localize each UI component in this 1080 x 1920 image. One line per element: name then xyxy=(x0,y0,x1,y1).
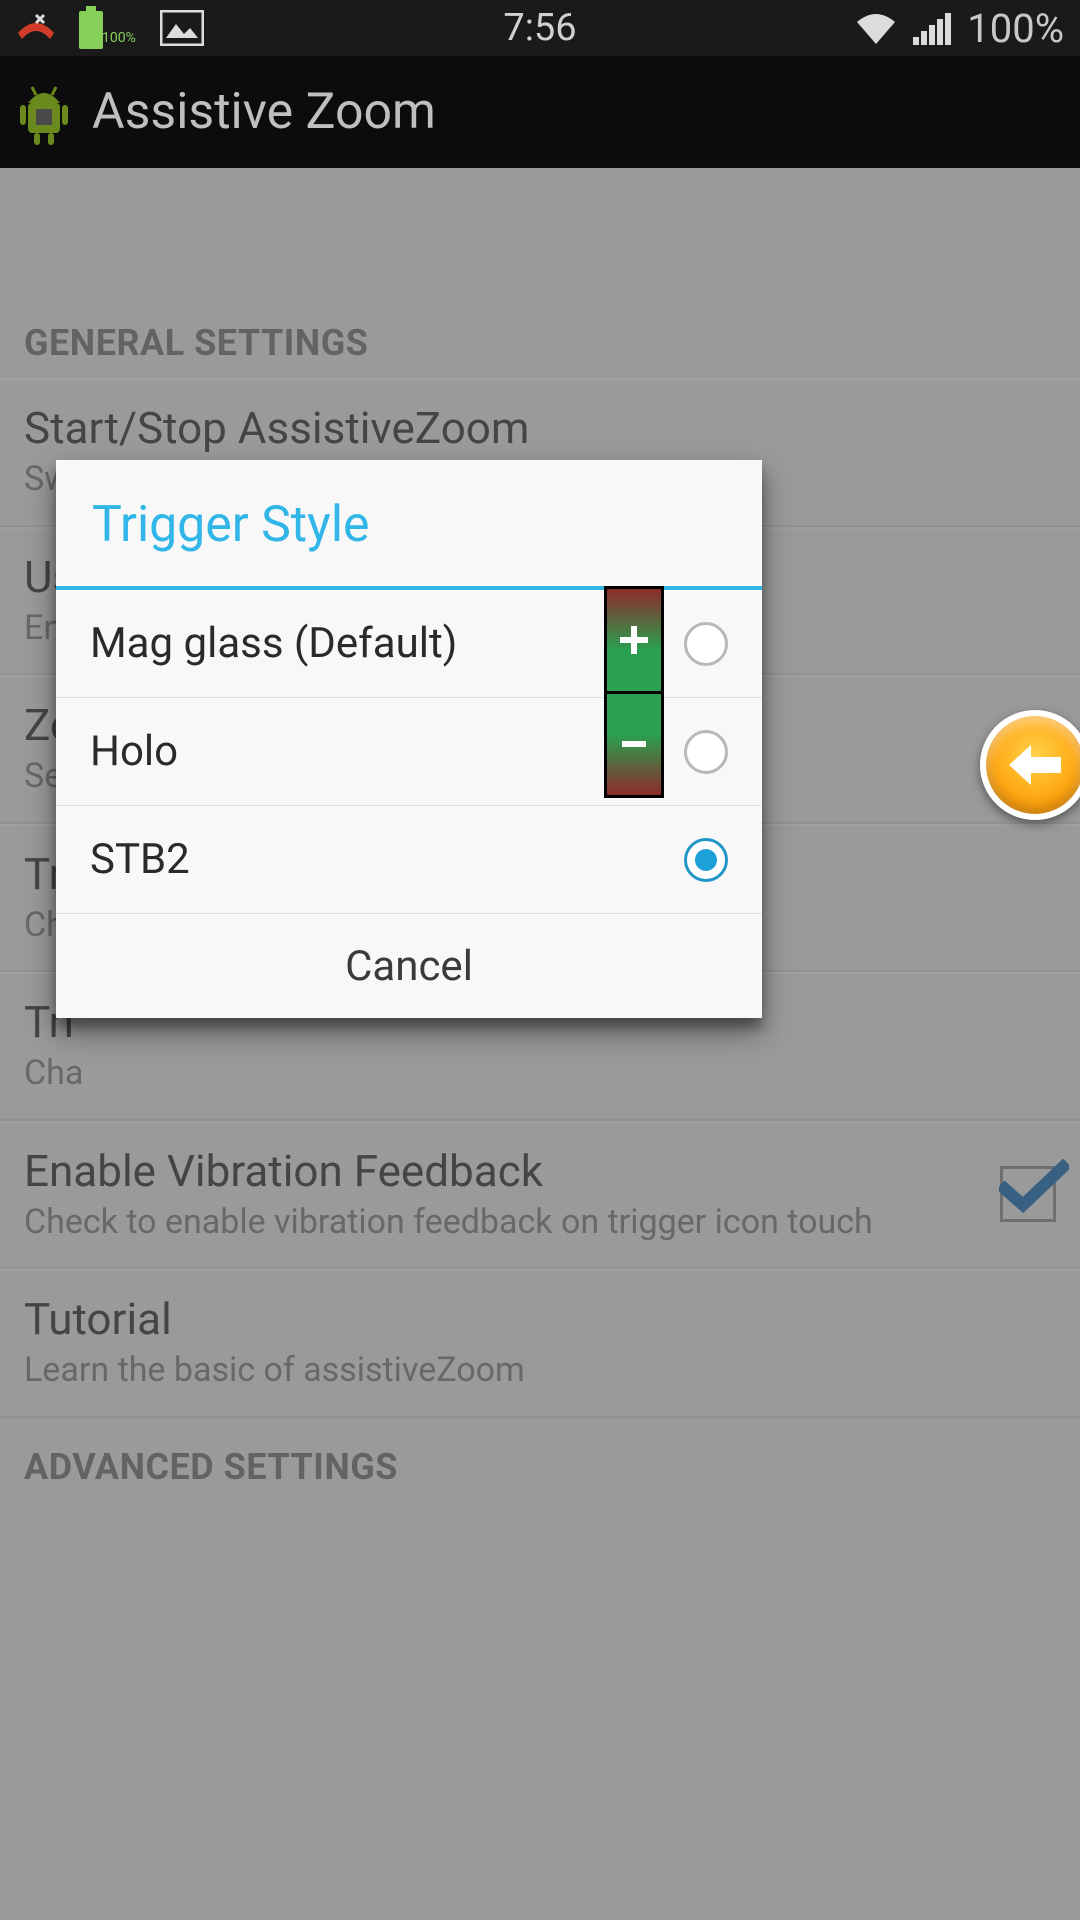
signal-icon xyxy=(913,11,953,45)
floating-back-button[interactable] xyxy=(980,710,1080,820)
zoom-in-button[interactable] xyxy=(607,589,661,694)
zoom-out-button[interactable] xyxy=(607,694,661,796)
status-bar: 100% 7:56 xyxy=(0,0,1080,56)
cancel-button[interactable]: Cancel xyxy=(56,914,762,1018)
option-stb2[interactable]: STB2 xyxy=(56,806,762,914)
action-bar: Assistive Zoom xyxy=(0,56,1080,168)
picture-icon xyxy=(160,10,204,46)
radio-stb2[interactable] xyxy=(684,838,728,882)
missed-call-icon xyxy=(16,13,56,43)
minus-icon xyxy=(616,726,652,762)
zoom-strip[interactable] xyxy=(604,586,664,798)
radio-holo[interactable] xyxy=(684,730,728,774)
option-label: Mag glass (Default) xyxy=(90,619,684,668)
option-label: Holo xyxy=(90,727,684,776)
dialog-title: Trigger Style xyxy=(56,460,762,586)
plus-icon xyxy=(616,622,652,658)
radio-mag-glass[interactable] xyxy=(684,622,728,666)
battery-badge-text: 100% xyxy=(102,30,136,46)
modal-scrim[interactable] xyxy=(0,168,1080,1920)
wifi-icon xyxy=(853,10,899,46)
app-title: Assistive Zoom xyxy=(92,83,436,141)
status-time: 7:56 xyxy=(503,6,576,50)
battery-percent-label: 100% xyxy=(967,5,1064,52)
android-robot-icon xyxy=(16,79,72,145)
back-arrow-icon xyxy=(1005,741,1065,789)
option-label: STB2 xyxy=(90,835,684,884)
battery-full-icon: 100% xyxy=(76,6,140,50)
